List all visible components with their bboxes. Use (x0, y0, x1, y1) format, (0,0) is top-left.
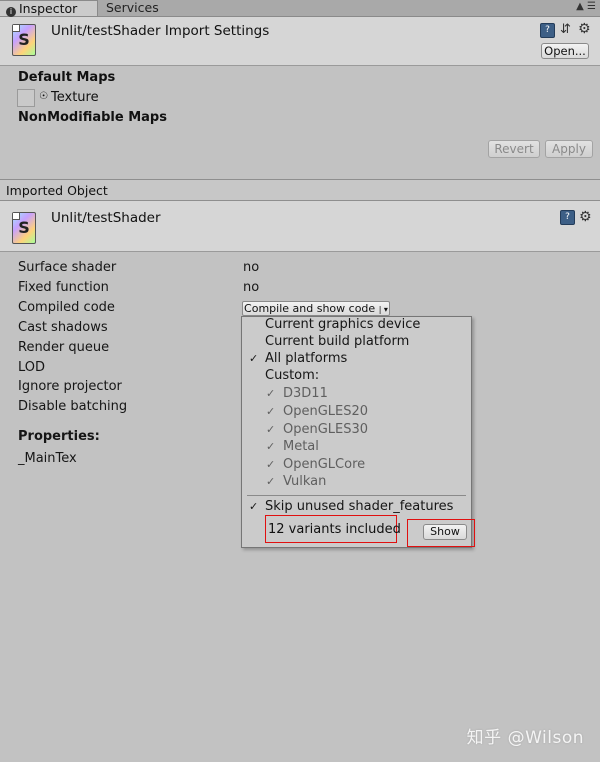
menu-item-vulkan[interactable]: ✓ Vulkan (242, 473, 471, 490)
tab-inspector-label: Inspector (19, 1, 78, 16)
menu-item-skip-unused-features[interactable]: ✓ Skip unused shader_features (242, 498, 471, 515)
menu-item-label: OpenGLCore (283, 457, 366, 472)
gear-icon[interactable]: ⚙ (578, 22, 591, 36)
menu-item-label: OpenGLES20 (283, 404, 369, 419)
nonmodifiable-maps-heading: NonModifiable Maps (18, 110, 167, 125)
checkmark-icon: ✓ (266, 423, 276, 436)
menu-item-label: Metal (283, 439, 319, 454)
menu-item-current-build-platform[interactable]: Current build platform (242, 333, 471, 350)
menu-item-current-graphics-device[interactable]: Current graphics device (242, 316, 471, 333)
menu-item-all-platforms[interactable]: ✓ All platforms (242, 350, 471, 367)
shader-file-icon: S (12, 24, 36, 56)
panel-menu-icon[interactable]: ☰ (587, 1, 596, 12)
texture-label: Texture (51, 90, 99, 105)
import-settings-title: Unlit/testShader Import Settings (51, 23, 270, 39)
watermark: 知乎 @Wilson (466, 728, 584, 748)
fixed-function-label: Fixed function (18, 280, 109, 295)
ignore-projector-label: Ignore projector (18, 379, 122, 394)
menu-item-opengles20[interactable]: ✓ OpenGLES20 (242, 403, 471, 420)
tab-inspector[interactable]: i Inspector (0, 0, 98, 17)
tab-bar-controls: ▲ ☰ (576, 1, 596, 12)
menu-item-label: Current graphics device (265, 317, 421, 332)
menu-item-label: All platforms (265, 351, 348, 366)
checkmark-icon: ✓ (249, 352, 259, 365)
open-button[interactable]: Open... (541, 43, 589, 59)
shader-asset-icon: S (12, 212, 36, 244)
menu-item-label: Custom: (265, 368, 320, 383)
menu-item-label: Skip unused shader_features (265, 499, 454, 514)
checkmark-icon: ✓ (266, 440, 276, 453)
dropdown-arrow-icon[interactable]: | ▾ (379, 305, 388, 314)
menu-item-label: OpenGLES30 (283, 422, 369, 437)
help-icon[interactable]: ? (560, 210, 575, 225)
texture-slot[interactable] (17, 89, 35, 107)
render-queue-label: Render queue (18, 340, 110, 355)
checkmark-icon: ✓ (266, 458, 276, 471)
imported-object-label: Imported Object (6, 183, 108, 198)
properties-heading: Properties: (18, 429, 100, 444)
menu-item-custom[interactable]: Custom: (242, 367, 471, 384)
compile-platform-menu: Current graphics device Current build pl… (241, 316, 475, 548)
menu-item-d3d11[interactable]: ✓ D3D11 (242, 385, 471, 402)
cast-shadows-label: Cast shadows (18, 320, 108, 335)
lock-icon[interactable]: ▲ (576, 1, 584, 12)
surface-shader-value: no (243, 260, 260, 275)
gear-icon[interactable]: ⚙ (579, 210, 592, 224)
menu-item-openglcore[interactable]: ✓ OpenGLCore (242, 456, 471, 473)
menu-item-label: D3D11 (283, 386, 328, 401)
menu-item-label: Current build platform (265, 334, 410, 349)
imported-object-title: Unlit/testShader (51, 210, 161, 226)
compiled-code-label: Compiled code (18, 300, 115, 315)
apply-button[interactable]: Apply (545, 140, 593, 158)
fixed-function-value: no (243, 280, 260, 295)
surface-shader-label: Surface shader (18, 260, 117, 275)
preset-sliders-icon[interactable]: ⇵ (560, 23, 571, 36)
menu-item-metal[interactable]: ✓ Metal (242, 438, 471, 455)
tab-bar: i Inspector Services ▲ ☰ (0, 0, 600, 17)
menu-separator (247, 495, 466, 496)
revert-button[interactable]: Revert (488, 140, 540, 158)
maintex-label: _MainTex (18, 451, 77, 466)
imported-object-header (0, 201, 600, 252)
info-icon: i (6, 7, 16, 17)
checkmark-icon: ✓ (249, 500, 259, 513)
lod-label: LOD (18, 360, 46, 375)
default-maps-heading: Default Maps (18, 70, 116, 85)
help-icon[interactable]: ? (540, 23, 555, 38)
checkmark-icon: ✓ (266, 475, 276, 488)
show-variants-button[interactable]: Show (423, 524, 467, 540)
object-picker-icon[interactable]: ☉ (39, 91, 48, 102)
disable-batching-label: Disable batching (18, 399, 128, 414)
checkmark-icon: ✓ (266, 387, 276, 400)
tab-services[interactable]: Services (100, 0, 170, 16)
menu-item-label: Vulkan (283, 474, 327, 489)
variants-count-label: 12 variants included (268, 522, 401, 537)
checkmark-icon: ✓ (266, 405, 276, 418)
compile-button-label: Compile and show code (244, 302, 376, 315)
compile-show-code-button[interactable]: Compile and show code | ▾ (242, 301, 390, 316)
tab-services-label: Services (106, 0, 159, 15)
menu-item-opengles30[interactable]: ✓ OpenGLES30 (242, 421, 471, 438)
